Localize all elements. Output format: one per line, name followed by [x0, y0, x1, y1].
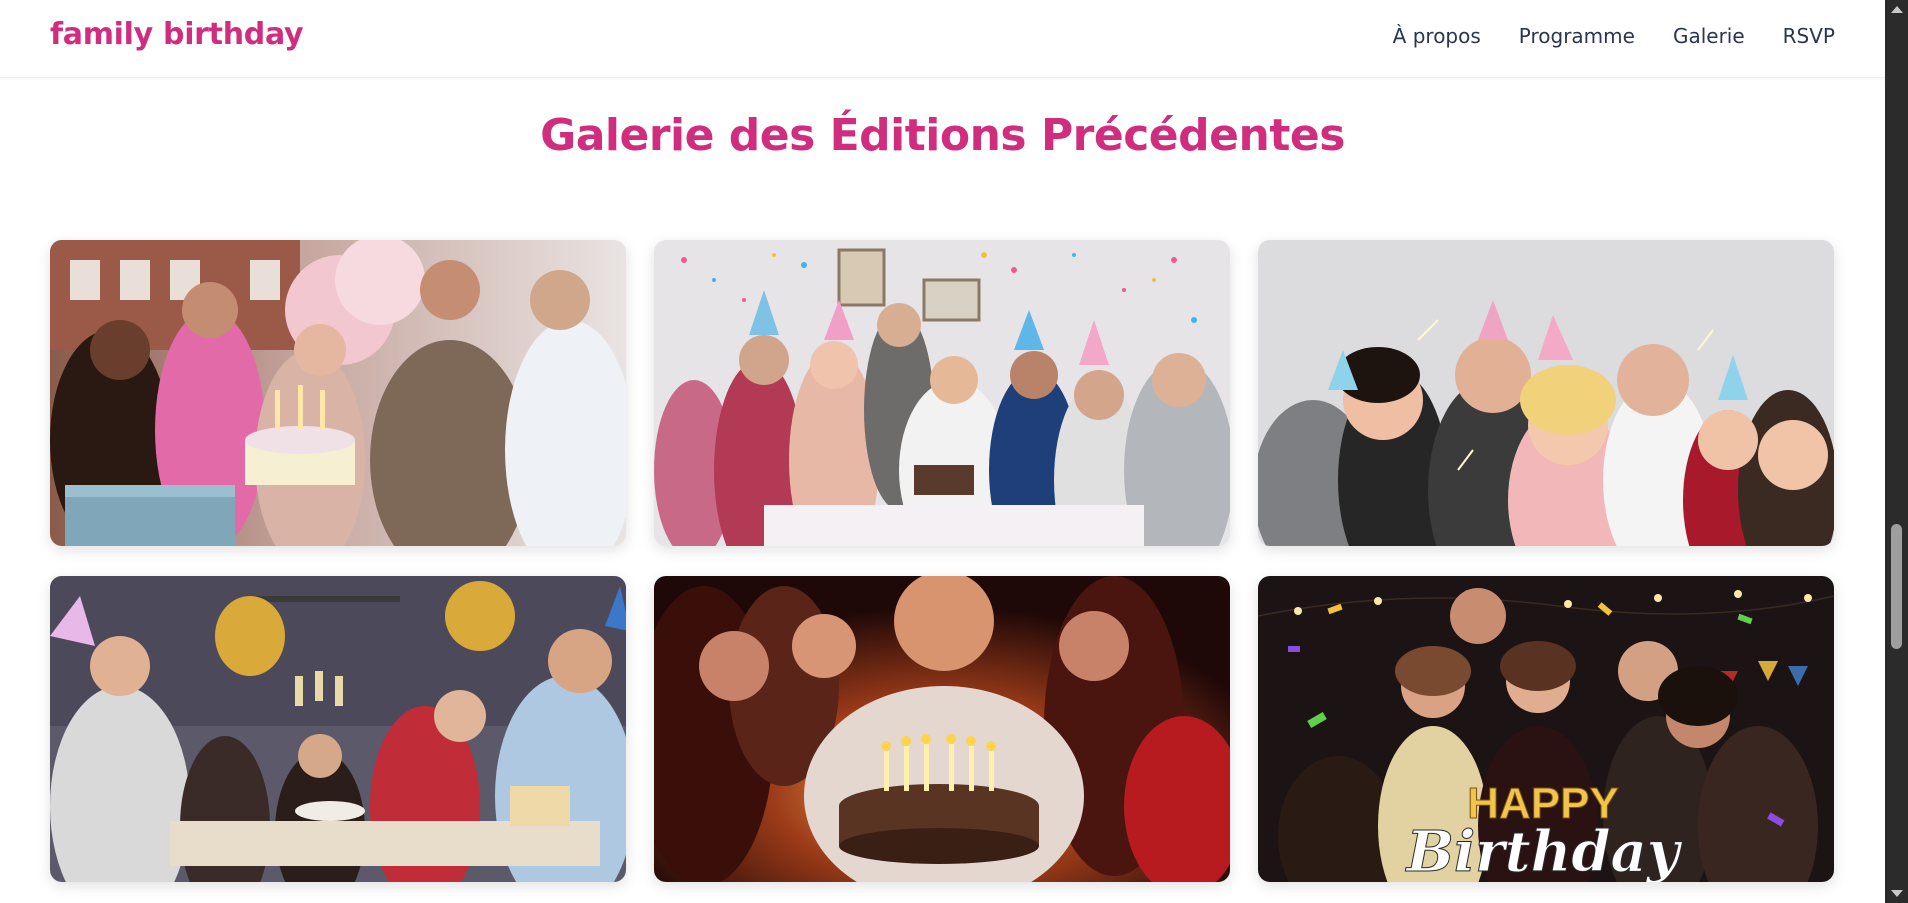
gallery-photo-1[interactable] — [50, 240, 626, 546]
brand-logo[interactable]: family birthday — [50, 17, 304, 52]
gallery-photo-5[interactable] — [654, 576, 1230, 882]
gallery-photo-2[interactable] — [654, 240, 1230, 546]
gallery-photo-6[interactable]: HAPPY Birthday — [1258, 576, 1834, 882]
birthday-text: Birthday — [1405, 819, 1683, 882]
site-header: family birthday À propos Programme Galer… — [0, 0, 1885, 78]
gallery-photo-4[interactable] — [50, 576, 626, 882]
nav-link-rsvp[interactable]: RSVP — [1783, 24, 1835, 48]
gallery-photo-3[interactable] — [1258, 240, 1834, 546]
nav-link-galerie[interactable]: Galerie — [1673, 24, 1745, 48]
nav-link-a-propos[interactable]: À propos — [1393, 24, 1481, 48]
nav-link-programme[interactable]: Programme — [1519, 24, 1635, 48]
scroll-thumb[interactable] — [1891, 524, 1902, 649]
scroll-down-arrow-icon[interactable] — [1891, 890, 1903, 897]
gallery-title: Galerie des Éditions Précédentes — [540, 110, 1345, 161]
scroll-up-arrow-icon[interactable] — [1891, 6, 1903, 13]
photo-gallery: HAPPY Birthday — [50, 240, 1835, 882]
page: family birthday À propos Programme Galer… — [0, 0, 1885, 903]
vertical-scrollbar[interactable] — [1885, 0, 1908, 903]
main-nav: À propos Programme Galerie RSVP — [1393, 24, 1835, 48]
